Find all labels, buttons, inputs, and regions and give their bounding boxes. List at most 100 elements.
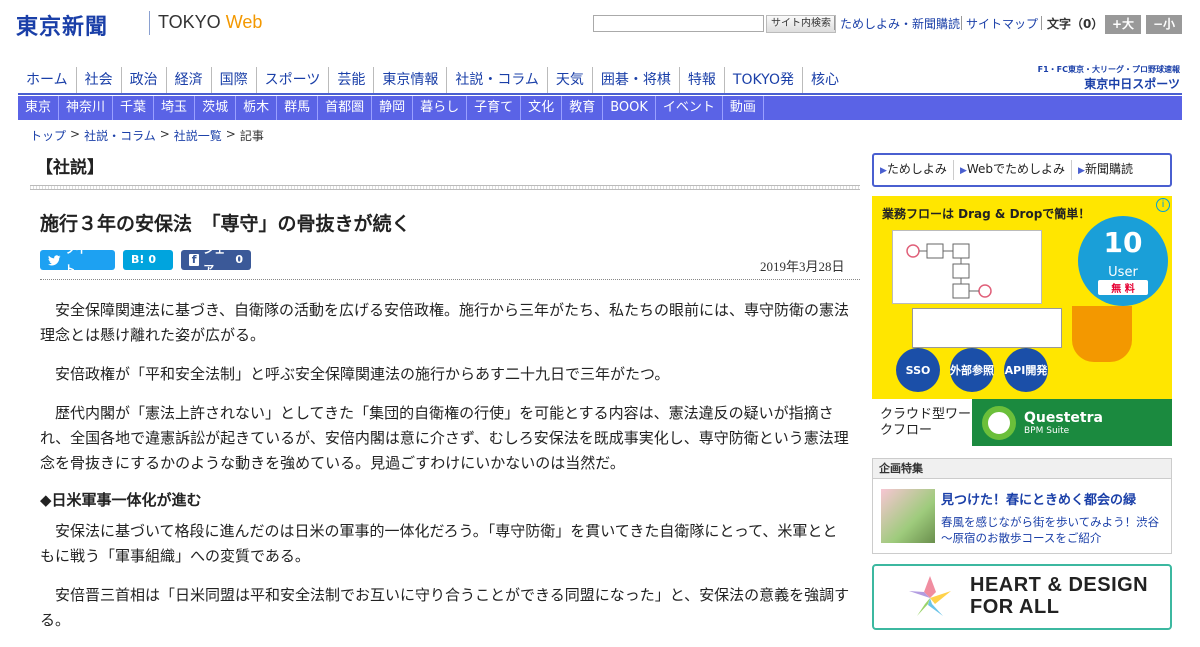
article-body: 安全保障関連法に基づき、自衛隊の活動を広げる安倍政権。施行から三年がたち、私たち… — [40, 298, 850, 647]
breadcrumb: トップ > 社説・コラム > 社説一覧 > 記事 — [30, 127, 264, 144]
hatena-bookmark-button[interactable]: B! 0 — [123, 250, 173, 270]
questetra-logo-icon — [982, 405, 1016, 440]
header-divider — [40, 279, 860, 280]
coffee-cup-icon — [1072, 306, 1132, 362]
search-input[interactable] — [593, 15, 764, 32]
section-divider — [30, 185, 860, 190]
nav-kakushin[interactable]: 核心 — [801, 67, 847, 93]
ad-headline: 業務フローは Drag & Dropで簡単！ — [882, 207, 1091, 221]
breadcrumb-list[interactable]: 社説一覧 — [174, 127, 222, 144]
subscribe-link[interactable]: ▶新聞購読 — [1071, 160, 1139, 180]
search-button[interactable]: サイト内検索 — [766, 15, 836, 33]
region-tochigi[interactable]: 栃木 — [236, 96, 278, 120]
ad-sso-badge: SSO — [896, 348, 940, 392]
font-smaller-button[interactable]: −小 — [1146, 15, 1182, 34]
nav-international[interactable]: 国際 — [210, 67, 256, 93]
share-buttons: ツイート B! 0 f シェア 0 — [40, 243, 251, 276]
subheading: ◆日米軍事一体化が進む — [40, 491, 202, 509]
nav-tokyo-hatsu[interactable]: TOKYO発 — [723, 67, 802, 93]
nav-tokyo-info[interactable]: 東京情報 — [373, 67, 446, 93]
nav-editorial[interactable]: 社説・コラム — [446, 67, 547, 93]
nav-kosodate[interactable]: 子育て — [467, 96, 522, 120]
feature-header: 企画特集 — [873, 459, 1171, 479]
divider — [834, 16, 835, 30]
region-kanagawa[interactable]: 神奈川 — [59, 96, 114, 120]
feature-description[interactable]: 春風を感じながら街を歩いてみよう！渋谷～原宿のお散歩コースをご紹介 — [941, 514, 1165, 546]
feature-box: 企画特集 見つけた！春にときめく都会の緑 春風を感じながら街を歩いてみよう！渋谷… — [872, 458, 1172, 554]
laptop-icon — [912, 308, 1062, 348]
divider — [1041, 16, 1042, 30]
section-label: 【社説】 — [36, 158, 104, 178]
facebook-icon: f — [189, 254, 200, 266]
paragraph: 安倍政権が「平和安全法制」と呼ぶ安全保障関連法の施行からあす二十九日で三年がたつ… — [55, 365, 670, 383]
site-header: 東京新聞 TOKYO Web サイト内検索 ためしよみ・新聞購読 サイトマップ … — [0, 0, 1200, 50]
paragraph: 安保法に基づいて格段に進んだのは日米の軍事的一体化だろう。「専守防衛」を貫いてき… — [40, 522, 838, 565]
breadcrumb-current: 記事 — [239, 129, 264, 143]
nav-event[interactable]: イベント — [656, 96, 723, 120]
tweet-button[interactable]: ツイート — [40, 243, 115, 276]
hatena-icon: B! — [131, 253, 145, 266]
web-trial-link[interactable]: ▶Webでためしよみ — [952, 160, 1071, 180]
ad-external-badge: 外部参照 — [950, 348, 994, 392]
region-shutoken[interactable]: 首都圏 — [318, 96, 373, 120]
breadcrumb-editorial[interactable]: 社説・コラム — [84, 127, 156, 144]
ad-api-badge: API開発 — [1004, 348, 1048, 392]
nav-igo-shogi[interactable]: 囲碁・将棋 — [591, 67, 679, 93]
flower-logo-icon — [909, 576, 951, 616]
paragraph: 安全保障関連法に基づき、自衛隊の活動を広げる安倍政権。施行から三年がたち、私たち… — [40, 301, 849, 344]
nav-kurashi[interactable]: 暮らし — [413, 96, 468, 120]
region-gunma[interactable]: 群馬 — [277, 96, 319, 120]
nav-culture[interactable]: 文化 — [521, 96, 563, 120]
trial-link[interactable]: ▶ためしよみ — [874, 160, 953, 180]
font-size-label: 文字（0） — [1047, 17, 1104, 31]
feature-title-link[interactable]: 見つけた！春にときめく都会の緑 — [941, 489, 1136, 508]
nav-home[interactable]: ホーム — [18, 67, 76, 93]
triangle-right-icon: ▶ — [959, 166, 967, 176]
nav-society[interactable]: 社会 — [75, 67, 121, 93]
nav-underline — [18, 93, 1182, 95]
article-date: 2019年3月28日 — [760, 259, 845, 274]
triangle-right-icon: ▶ — [1078, 166, 1085, 176]
nav-video[interactable]: 動画 — [723, 96, 764, 120]
subscribe-link[interactable]: ためしよみ・新聞購読 — [840, 15, 960, 33]
nav-sports[interactable]: スポーツ — [255, 67, 329, 93]
nav-tokuho[interactable]: 特報 — [678, 67, 724, 93]
advertisement-banner[interactable]: 業務フローは Drag & Dropで簡単！ i 10 User 無 料 SSO… — [872, 196, 1172, 446]
paragraph: 歴代内閣が「憲法上許されない」としてきた「集団的自衛権の行使」を可能とする内容は… — [40, 404, 849, 472]
breadcrumb-separator: > — [70, 127, 81, 141]
facebook-share-button[interactable]: f シェア 0 — [181, 243, 251, 276]
site-logo-en[interactable]: TOKYO Web — [158, 12, 262, 33]
breadcrumb-separator: > — [159, 127, 170, 141]
region-saitama[interactable]: 埼玉 — [154, 96, 196, 120]
triangle-right-icon: ▶ — [880, 166, 887, 176]
article-headline: 施行３年の安保法 「専守」の骨抜きが続く — [40, 213, 411, 235]
paragraph: 安倍晋三首相は「日米同盟は平和安全法制でお互いに守り合うことができる同盟になった… — [40, 586, 850, 629]
sitemap-link[interactable]: サイトマップ — [966, 15, 1038, 33]
heart-design-banner[interactable]: HEART & DESIGN FOR ALL — [872, 564, 1172, 630]
breadcrumb-top[interactable]: トップ — [30, 127, 66, 144]
nav-education[interactable]: 教育 — [562, 96, 604, 120]
region-tokyo[interactable]: 東京 — [18, 96, 60, 120]
nav-entertainment[interactable]: 芸能 — [328, 67, 373, 93]
workflow-diagram-icon — [892, 230, 1042, 304]
main-nav: ホーム 社会 政治 経済 国際 スポーツ 芸能 東京情報 社説・コラム 天気 囲… — [18, 67, 847, 93]
nav-weather[interactable]: 天気 — [546, 67, 592, 93]
ad-footer: クラウド型ワークフロー Questetra BPM Suite — [872, 399, 1172, 446]
ad-info-icon[interactable]: i — [1156, 198, 1170, 212]
region-nav: 東京 神奈川 千葉 埼玉 茨城 栃木 群馬 首都圏 静岡 暮らし 子育て 文化 … — [18, 96, 1182, 120]
ad-user-badge: 10 User 無 料 — [1078, 216, 1168, 306]
feature-thumbnail[interactable] — [881, 489, 935, 543]
site-logo[interactable]: 東京新聞 — [16, 9, 108, 41]
font-larger-button[interactable]: +大 — [1105, 15, 1141, 34]
nav-book[interactable]: BOOK — [603, 96, 656, 120]
nav-politics[interactable]: 政治 — [120, 67, 166, 93]
twitter-bird-icon — [48, 254, 61, 265]
nav-economy[interactable]: 経済 — [165, 67, 211, 93]
breadcrumb-separator: > — [225, 127, 236, 141]
region-ibaraki[interactable]: 茨城 — [195, 96, 237, 120]
chunichi-sports-link[interactable]: F1・FC東京・大リーグ・プロ野球速報 東京中日スポーツ — [1020, 64, 1180, 92]
region-chiba[interactable]: 千葉 — [113, 96, 155, 120]
divider — [961, 16, 962, 30]
region-shizuoka[interactable]: 静岡 — [372, 96, 414, 120]
subscribe-box: ▶ためしよみ ▶Webでためしよみ ▶新聞購読 — [872, 153, 1172, 187]
